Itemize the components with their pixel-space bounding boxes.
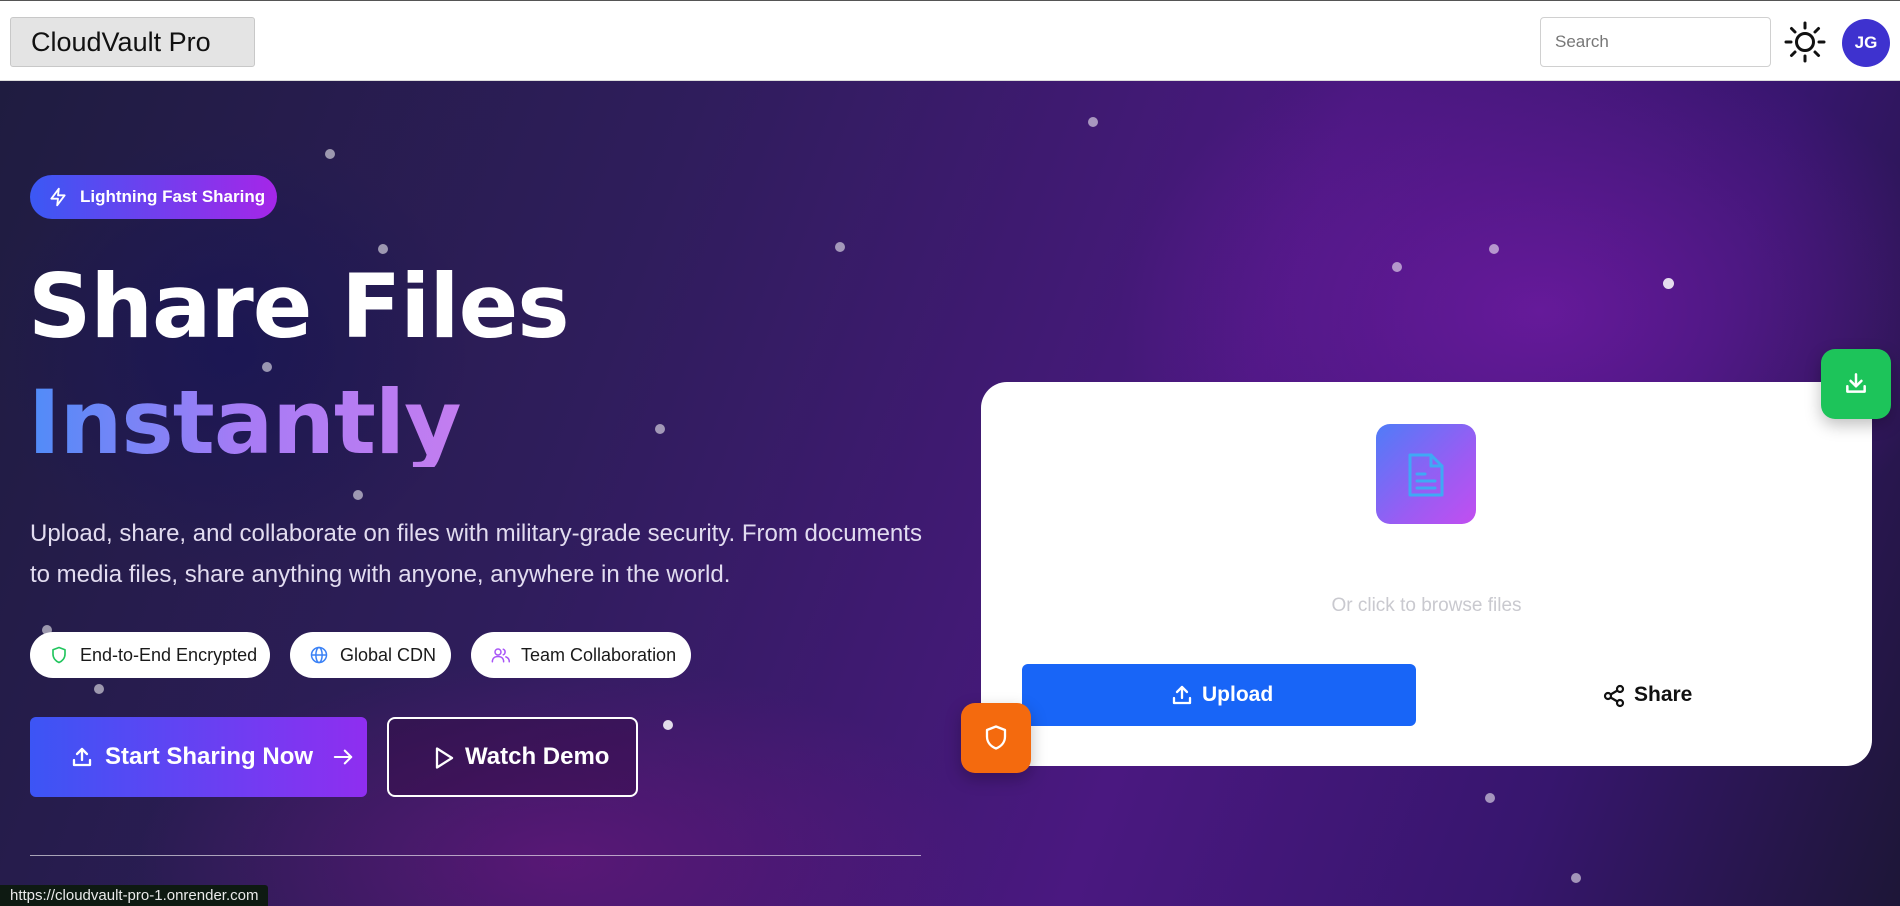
hero-description: Upload, share, and collaborate on files …	[30, 520, 922, 588]
brand-logo-button[interactable]: CloudVault Pro	[10, 17, 255, 67]
users-icon	[491, 648, 510, 663]
globe-icon	[310, 646, 328, 664]
decorative-dot	[655, 424, 665, 434]
decorative-dot	[1088, 117, 1098, 127]
decorative-dot	[325, 149, 335, 159]
hero-title-line2: Instantly	[28, 371, 461, 474]
decorative-dot	[1663, 278, 1674, 289]
share-button[interactable]: Share	[1590, 664, 1730, 726]
hero-title-line1: Share Files	[28, 255, 570, 358]
decorative-dot	[1571, 873, 1581, 883]
share-icon	[1603, 684, 1625, 708]
decorative-dot	[378, 244, 388, 254]
hero-divider	[30, 855, 921, 856]
upload-button[interactable]: Upload	[1022, 664, 1416, 726]
feature-pill-label: Team Collaboration	[521, 645, 677, 665]
shield-icon	[985, 725, 1007, 750]
hero-section: Lightning Fast Sharing Share Files Insta…	[0, 81, 1900, 906]
watch-demo-label: Watch Demo	[465, 743, 610, 770]
start-sharing-label: Start Sharing Now	[105, 743, 314, 770]
download-float-button[interactable]	[1821, 349, 1891, 419]
file-tile	[1376, 424, 1476, 524]
upload-label: Upload	[1202, 683, 1274, 706]
upload-icon	[1172, 685, 1192, 705]
lightning-badge: Lightning Fast Sharing	[30, 175, 277, 219]
search-input[interactable]	[1540, 17, 1771, 67]
share-label: Share	[1634, 683, 1693, 706]
decorative-dot	[94, 684, 104, 694]
decorative-dot	[353, 490, 363, 500]
user-avatar[interactable]: JG	[1842, 19, 1890, 67]
watch-demo-button[interactable]: Watch Demo	[387, 717, 638, 797]
feature-pill-label: Global CDN	[340, 645, 437, 665]
feature-pill-cdn: Global CDN	[290, 632, 451, 678]
top-navbar: CloudVault Pro JG	[0, 0, 1900, 81]
security-float-button[interactable]	[961, 703, 1031, 773]
decorative-dot	[1489, 244, 1499, 254]
upload-icon	[72, 747, 92, 767]
browse-files-hint[interactable]: Or click to browse files	[981, 595, 1872, 617]
start-sharing-button[interactable]: Start Sharing Now	[30, 717, 367, 797]
theme-toggle-sun-icon[interactable]	[1784, 21, 1826, 63]
shield-icon	[52, 646, 66, 664]
download-icon	[1846, 373, 1866, 393]
upload-dropzone-card[interactable]: Or click to browse files Upload Share	[981, 382, 1872, 766]
play-icon	[435, 747, 454, 769]
lightning-icon	[50, 187, 66, 207]
decorative-dot	[1392, 262, 1402, 272]
feature-pill-collaboration: Team Collaboration	[471, 632, 691, 678]
arrow-right-icon	[333, 749, 353, 765]
feature-pill-label: End-to-End Encrypted	[80, 645, 258, 665]
decorative-dot	[1485, 793, 1495, 803]
decorative-dot	[663, 720, 673, 730]
browser-status-url: https://cloudvault-pro-1.onrender.com	[0, 885, 269, 906]
badge-label: Lightning Fast Sharing	[80, 187, 266, 206]
feature-pill-encrypted: End-to-End Encrypted	[30, 632, 270, 678]
decorative-dot	[835, 242, 845, 252]
document-icon	[1408, 453, 1444, 497]
